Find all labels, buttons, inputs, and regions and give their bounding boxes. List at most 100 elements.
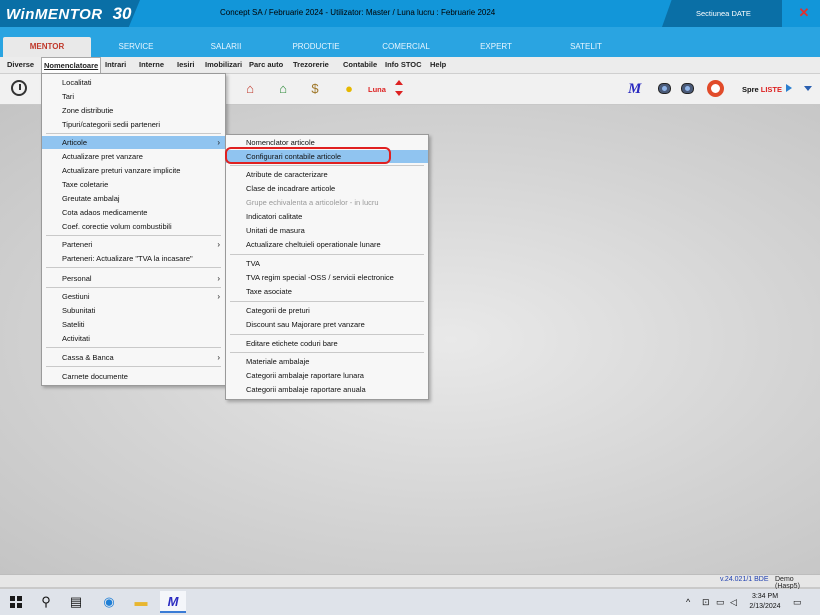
house-add-icon[interactable]: ⌂: [274, 81, 292, 97]
chevron-down-icon[interactable]: [804, 86, 812, 91]
submenu-item-unitati-masura[interactable]: Unitati de masura: [226, 224, 428, 237]
menu-item-cota-adaos[interactable]: Cota adaos medicamente: [42, 206, 225, 219]
submenu-item-configurari-contabile[interactable]: Configurari contabile articole: [226, 150, 428, 163]
submenu-item-materiale-ambalaje[interactable]: Materiale ambalaje: [226, 355, 428, 368]
menu-bar: Diverse Nomenclatoare Intrari Interne Ie…: [0, 57, 820, 74]
menu-separator: [46, 347, 221, 348]
tab-satelit[interactable]: SATELIT: [550, 37, 622, 57]
menu-item-cassa-banca[interactable]: Cassa & Banca ›: [42, 351, 225, 364]
menu-item-actualizare-preturi-implicite[interactable]: Actualizare preturi vanzare implicite: [42, 164, 225, 177]
section-indicator[interactable]: Sectiunea DATE: [662, 0, 782, 27]
volume-icon[interactable]: ◁: [730, 597, 737, 608]
record-icon[interactable]: [681, 83, 694, 94]
network-icon[interactable]: ⊡: [702, 597, 710, 608]
version-label: v.24.021/1 BDE: [720, 576, 769, 583]
menu-parc-auto[interactable]: Parc auto: [249, 60, 283, 69]
menu-item-parteneri[interactable]: Parteneri ›: [42, 238, 225, 251]
clock-time: 3:34 PM: [751, 593, 779, 600]
submenu-item-clase-incadrare[interactable]: Clase de incadrare articole: [226, 182, 428, 195]
search-icon[interactable]: ⚲: [38, 594, 54, 610]
menu-interne[interactable]: Interne: [139, 60, 164, 69]
menu-separator: [230, 254, 424, 255]
house-icon[interactable]: ⌂: [241, 81, 259, 97]
submenu-item-tva[interactable]: TVA: [226, 257, 428, 270]
tab-salarii[interactable]: SALARII: [190, 37, 262, 57]
menu-iesiri[interactable]: Iesiri: [177, 60, 195, 69]
spre-liste-button[interactable]: Spre LISTE: [742, 85, 782, 94]
tab-mentor[interactable]: MENTOR: [3, 37, 91, 57]
tab-expert[interactable]: EXPERT: [460, 37, 532, 57]
submenu-item-taxe-asociate[interactable]: Taxe asociate: [226, 285, 428, 298]
menu-item-carnete-documente[interactable]: Carnete documente: [42, 370, 225, 383]
lightbulb-icon[interactable]: ●: [340, 81, 358, 97]
menu-item-gestiuni[interactable]: Gestiuni ›: [42, 290, 225, 303]
record-icon[interactable]: [658, 83, 671, 94]
file-explorer-icon[interactable]: ▬: [133, 594, 149, 610]
app-logo: WinMENTOR 30: [6, 3, 132, 25]
chevron-up-icon[interactable]: ^: [686, 597, 690, 607]
menu-item-activitati[interactable]: Activitati: [42, 332, 225, 345]
logo-text: WinMENTOR: [6, 5, 103, 23]
menu-separator: [46, 267, 221, 268]
menu-intrari[interactable]: Intrari: [105, 60, 126, 69]
tab-comercial[interactable]: COMERCIAL: [370, 37, 442, 57]
edge-icon[interactable]: ◉: [101, 594, 117, 610]
submenu-item-categorii-preturi[interactable]: Categorii de preturi: [226, 304, 428, 317]
tab-productie[interactable]: PRODUCTIE: [280, 37, 352, 57]
winmentor-icon[interactable]: M: [165, 594, 181, 610]
close-icon[interactable]: ✕: [796, 5, 812, 21]
clock-icon[interactable]: [11, 80, 27, 96]
menu-item-zone-distributie[interactable]: Zone distributie: [42, 104, 225, 117]
windows-start-icon[interactable]: [10, 596, 22, 608]
system-clock[interactable]: 3:34 PM 2/13/2024: [745, 592, 785, 612]
license-label: Demo (Hasp5): [775, 576, 800, 590]
submenu-item-tva-oss[interactable]: TVA regim special -OSS / servicii electr…: [226, 271, 428, 284]
submenu-item-nomenclator-articole[interactable]: Nomenclator articole: [226, 136, 428, 149]
menu-item-sateliti[interactable]: Sateliti: [42, 318, 225, 331]
money-bag-icon[interactable]: $: [306, 81, 324, 97]
menu-item-articole[interactable]: Articole ›: [42, 136, 225, 149]
submenu-item-grupe-echivalenta: Grupe echivalenta a articolelor - in luc…: [246, 198, 379, 207]
submenu-item-actualizare-cheltuieli[interactable]: Actualizare cheltuieli operationale luna…: [226, 238, 428, 251]
submenu-item-indicatori-calitate[interactable]: Indicatori calitate: [226, 210, 428, 223]
m-logo-icon[interactable]: M: [628, 81, 641, 98]
menu-contabile[interactable]: Contabile: [343, 60, 377, 69]
submenu-item-atribute[interactable]: Atribute de caracterizare: [226, 168, 428, 181]
menu-imobilizari[interactable]: Imobilizari: [205, 60, 242, 69]
battery-icon[interactable]: ▭: [716, 597, 725, 608]
section-label: Sectiunea DATE: [696, 9, 751, 18]
module-strip-bg: [0, 27, 820, 37]
spre-prefix: Spre: [742, 85, 761, 94]
menu-separator: [230, 301, 424, 302]
clock-date: 2/13/2024: [749, 603, 781, 610]
menu-info-stoc[interactable]: Info STOC: [385, 60, 422, 69]
menu-item-personal[interactable]: Personal ›: [42, 272, 225, 285]
menu-trezorerie[interactable]: Trezorerie: [293, 60, 329, 69]
submenu-item-discount[interactable]: Discount sau Majorare pret vanzare: [226, 318, 428, 331]
menu-item-actualizare-pret[interactable]: Actualizare pret vanzare: [42, 150, 225, 163]
lifebuoy-icon[interactable]: [707, 80, 724, 97]
menu-separator: [230, 352, 424, 353]
menu-help[interactable]: Help: [430, 60, 446, 69]
submenu-item-etichete-coduri[interactable]: Editare etichete coduri bare: [226, 337, 428, 350]
menu-item-tipuri-sedii[interactable]: Tipuri/categorii sedii parteneri: [42, 118, 225, 131]
menu-separator: [46, 235, 221, 236]
menu-item-parteneri-tva[interactable]: Parteneri: Actualizare "TVA la incasare": [42, 252, 225, 265]
menu-item-taxe-coletarie[interactable]: Taxe coletarie: [42, 178, 225, 191]
chevron-right-icon: ›: [217, 353, 220, 362]
menu-item-subunitati[interactable]: Subunitati: [42, 304, 225, 317]
menu-separator: [46, 366, 221, 367]
menu-nomenclatoare[interactable]: Nomenclatoare: [41, 57, 102, 74]
submenu-item-ambalaje-anuala[interactable]: Categorii ambalaje raportare anuala: [226, 383, 428, 396]
month-stepper[interactable]: [395, 80, 403, 98]
menu-item-greutate-ambalaj[interactable]: Greutate ambalaj: [42, 192, 225, 205]
notifications-icon[interactable]: ▭: [793, 597, 802, 608]
arrow-right-icon[interactable]: [786, 84, 792, 92]
menu-diverse[interactable]: Diverse: [7, 60, 34, 69]
menu-item-tari[interactable]: Tari: [42, 90, 225, 103]
menu-item-localitati[interactable]: Localitati: [42, 76, 225, 89]
task-view-icon[interactable]: ▤: [68, 594, 84, 610]
submenu-item-ambalaje-lunara[interactable]: Categorii ambalaje raportare lunara: [226, 369, 428, 382]
menu-item-coef-corectie[interactable]: Coef. corectie volum combustibili: [42, 220, 225, 233]
tab-service[interactable]: SERVICE: [100, 37, 172, 57]
